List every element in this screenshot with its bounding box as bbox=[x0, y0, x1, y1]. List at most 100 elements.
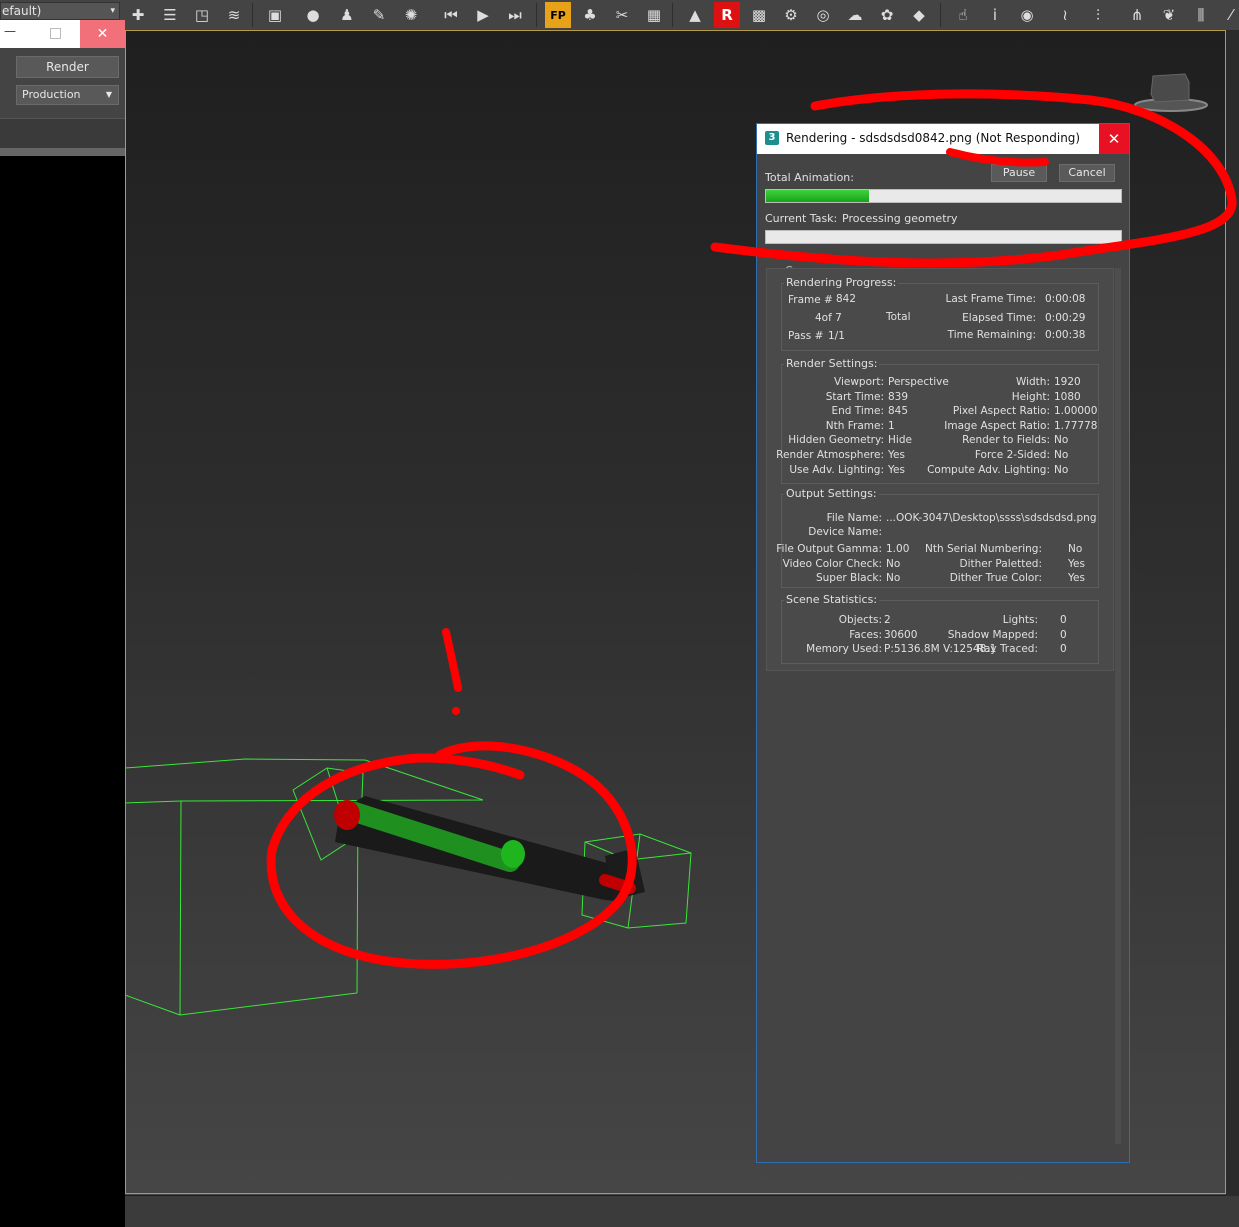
render-setting-label: Height: bbox=[1011, 390, 1050, 403]
gear-icon[interactable]: ⚙ bbox=[778, 2, 804, 28]
render-frame-icon[interactable]: ▲ bbox=[682, 2, 708, 28]
render-r-icon[interactable]: R bbox=[714, 2, 740, 28]
wind-icon[interactable]: ⁄ bbox=[1218, 2, 1239, 28]
rendering-progress-title: Rendering Progress: bbox=[784, 276, 899, 289]
render-settings-title: Render Settings: bbox=[784, 357, 880, 370]
scene-stat-value: 30600 bbox=[884, 628, 918, 641]
scene-stat-label: Ray Traced: bbox=[976, 643, 1038, 656]
pass-label: Pass # bbox=[788, 330, 824, 342]
scene-stat-value: 0 bbox=[1060, 643, 1067, 656]
keyframe-icon[interactable]: ⏮ bbox=[438, 2, 464, 28]
render-setting-label: Nth Frame: bbox=[825, 419, 884, 432]
minimize-icon[interactable]: — bbox=[4, 24, 18, 40]
camera-icon[interactable]: ◉ bbox=[1014, 2, 1040, 28]
cloud-icon[interactable]: ☁ bbox=[842, 2, 868, 28]
render-setting-value: 845 bbox=[888, 405, 909, 418]
wheat-icon[interactable]: ⋔ bbox=[1124, 2, 1150, 28]
hand-icon[interactable]: ☝ bbox=[950, 2, 976, 28]
render-setting-label: Use Adv. Lighting: bbox=[789, 463, 884, 476]
output-setting-label: File Output Gamma: bbox=[776, 543, 882, 555]
rendering-dialog: 3 Rendering - sdsdsdsd0842.png (Not Resp… bbox=[756, 123, 1130, 1163]
total-animation-progress-fill bbox=[766, 190, 869, 202]
pause-button[interactable]: Pause bbox=[991, 164, 1047, 182]
render-button[interactable]: Render bbox=[16, 56, 119, 78]
frame-label: Frame # bbox=[788, 294, 833, 306]
current-task-progress bbox=[765, 230, 1122, 244]
production-select[interactable]: Production ▼ bbox=[16, 85, 119, 105]
scene-state-combo[interactable]: efault) ▾ bbox=[0, 2, 120, 20]
render-setting-value: 839 bbox=[888, 390, 909, 403]
render-setting-value: No bbox=[1054, 449, 1069, 461]
chevron-down-icon: ▼ bbox=[105, 90, 112, 99]
scene-stat-label: Memory Used: bbox=[806, 643, 882, 656]
brush-icon[interactable]: ✎ bbox=[366, 2, 392, 28]
box-icon[interactable]: ◆ bbox=[906, 2, 932, 28]
hair-icon[interactable]: ≀ bbox=[1052, 2, 1078, 28]
cancel-button[interactable]: Cancel bbox=[1059, 164, 1115, 182]
play-icon[interactable]: ▶ bbox=[470, 2, 496, 28]
render-setting-value: No bbox=[1054, 463, 1069, 476]
render-setting-value: Hide bbox=[888, 434, 912, 447]
next-key-icon[interactable]: ⏭ bbox=[502, 2, 528, 28]
layer-stack-icon[interactable]: ≋ bbox=[221, 2, 247, 28]
material-icon[interactable]: ▩ bbox=[746, 2, 772, 28]
scene-statistics-title: Scene Statistics: bbox=[784, 593, 880, 606]
time-remaining-value: 0:00:38 bbox=[1045, 329, 1086, 341]
main-toolbar: efault) ▾ ✚ ☰ ◳ ≋ ▣ ● ♟ ✎ ✺ ⏮ ▶ ⏭ FP ♣ ✂ ▦ ▲ R ▩ ⚙ ◎ ☁ ✿ ◆ ☝ i ◉ ≀ ⫶… bbox=[0, 0, 1239, 31]
render-setup-icon[interactable]: ▣ bbox=[262, 2, 288, 28]
render-setting-value: Yes bbox=[888, 463, 905, 476]
frame-count: 4of 7 bbox=[815, 312, 842, 324]
output-settings-group: Output Settings: File Name: ...OOK-3047\… bbox=[776, 487, 1099, 588]
render-setting-label: Image Aspect Ratio: bbox=[944, 419, 1050, 432]
scene-stat-value: 2 bbox=[884, 614, 891, 626]
elapsed-time-label: Elapsed Time: bbox=[962, 312, 1036, 324]
dialog-scrollbar[interactable] bbox=[1115, 268, 1121, 1144]
grass-icon[interactable]: ✿ bbox=[874, 2, 900, 28]
fern-icon[interactable]: ❦ bbox=[1156, 2, 1182, 28]
layers-icon[interactable]: ☰ bbox=[157, 2, 183, 28]
render-setting-value: 1080 bbox=[1054, 390, 1081, 403]
time-remaining-label: Time Remaining: bbox=[947, 329, 1036, 341]
select-region-icon[interactable]: ◳ bbox=[189, 2, 215, 28]
maximize-icon[interactable] bbox=[50, 28, 61, 39]
globe-icon[interactable]: ◎ bbox=[810, 2, 836, 28]
output-setting-value: 1.00 bbox=[886, 543, 910, 555]
fp-icon[interactable]: FP bbox=[545, 2, 571, 28]
close-icon[interactable]: ✕ bbox=[1099, 124, 1129, 154]
dialog-titlebar[interactable]: 3 Rendering - sdsdsdsd0842.png (Not Resp… bbox=[757, 124, 1129, 154]
device-name-label: Device Name: bbox=[808, 526, 882, 538]
select-and-link-icon[interactable]: ✚ bbox=[125, 2, 151, 28]
current-task-value: Processing geometry bbox=[842, 212, 958, 225]
plants-icon[interactable]: ⫶ bbox=[1085, 2, 1111, 28]
view-cube-icon[interactable] bbox=[1134, 73, 1208, 112]
dialog-scrollbar-thumb[interactable] bbox=[1115, 268, 1121, 1144]
current-task-label: Current Task: bbox=[765, 212, 838, 225]
file-name-value: ...OOK-3047\Desktop\ssss\sdsdsdsd.png bbox=[886, 512, 1097, 524]
output-setting-value: Yes bbox=[1068, 572, 1085, 585]
tools-icon[interactable]: ✂ bbox=[609, 2, 635, 28]
scene-stat-label: Shadow Mapped: bbox=[947, 628, 1038, 641]
render-settings-group: Render Settings: Viewport: Perspective Sta… bbox=[776, 357, 1099, 484]
cylinder-object[interactable] bbox=[334, 796, 645, 902]
render-setting-label: Compute Adv. Lighting: bbox=[927, 463, 1050, 476]
rendering-progress-group: Rendering Progress: Frame # 842 4of 7 To… bbox=[781, 276, 1099, 351]
sphere-icon[interactable]: ● bbox=[300, 2, 326, 28]
left-panel: Render Production ▼ bbox=[0, 48, 125, 1227]
scene-stat-label: Lights: bbox=[1002, 614, 1038, 626]
info-icon[interactable]: i bbox=[982, 2, 1008, 28]
reeds-icon[interactable]: ⫼ bbox=[1188, 2, 1214, 28]
output-setting-label: Nth Serial Numbering: bbox=[925, 543, 1042, 555]
toolbar-separator bbox=[252, 3, 253, 27]
cloth-icon[interactable]: ♟ bbox=[334, 2, 360, 28]
render-setting-label: Width: bbox=[1015, 376, 1050, 388]
total-label: Total bbox=[886, 311, 911, 323]
table-icon[interactable]: ▦ bbox=[641, 2, 667, 28]
panel-strip bbox=[0, 118, 125, 149]
mini-window-titlebar: — ✕ bbox=[0, 20, 125, 48]
render-setting-label: Viewport: bbox=[834, 376, 884, 388]
render-panel: Render Production ▼ bbox=[0, 48, 125, 118]
tree-icon[interactable]: ♣ bbox=[577, 2, 603, 28]
wireframe-box-large[interactable] bbox=[125, 758, 484, 1016]
close-icon[interactable]: ✕ bbox=[80, 20, 125, 48]
particles-icon[interactable]: ✺ bbox=[398, 2, 424, 28]
